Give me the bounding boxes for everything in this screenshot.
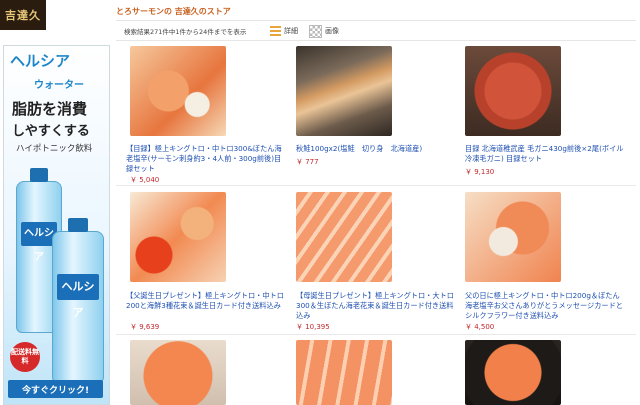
product-image[interactable] (465, 340, 561, 405)
product-name-link[interactable]: 【父誕生日プレゼント】極上キングトロ・中トロ200と海鮮3種花束＆誕生日カード付… (126, 291, 286, 311)
divider (116, 20, 636, 21)
product-price: ￥ 9,130 (465, 168, 495, 176)
bottle-image: ヘルシア (52, 218, 104, 383)
product-price: ￥ 5,040 (130, 176, 160, 184)
product-name-link[interactable]: 【母誕生日プレゼント】極上キングトロ・大トロ300＆生ぼたん海老花束＆誕生日カー… (296, 291, 456, 321)
product-price: ￥ 777 (296, 158, 319, 166)
ad-banner[interactable]: ヘルシア ウォーター 脂肪を消費 しやすくする ハイポトニック飲料 ヘルシア ヘ… (3, 45, 110, 405)
product-image[interactable] (465, 46, 561, 136)
image-view-label: 画像 (325, 27, 339, 35)
grid-icon (309, 24, 322, 38)
product-name-link[interactable]: 【目録】極上キングトロ・中トロ300&ぼたん海老塩辛(サーモン刺身約3・4人前・… (126, 144, 286, 174)
product-image[interactable] (296, 46, 392, 136)
product-price: ￥ 9,639 (130, 323, 160, 331)
ad-brand: ヘルシア (10, 52, 71, 70)
ad-cta-button[interactable]: 今すぐクリック! (8, 380, 103, 398)
ad-description: ハイポトニック飲料 (16, 144, 93, 154)
product-price: ￥ 4,500 (465, 323, 495, 331)
detail-view-button[interactable]: 詳細 (270, 23, 298, 39)
result-count: 検索結果271件中1件から24件までを表示 (124, 28, 247, 36)
image-view-button[interactable]: 画像 (309, 23, 339, 39)
logo-text: 吉達久 (5, 9, 41, 22)
detail-view-label: 詳細 (284, 27, 298, 35)
ad-subtitle: ウォーター (34, 80, 84, 91)
row-divider (116, 334, 636, 335)
product-image[interactable] (130, 340, 226, 405)
store-title[interactable]: とろサーモンの 吉達久のストア (116, 6, 231, 17)
divider (116, 40, 636, 41)
free-shipping-badge: 配送料無料 (10, 342, 40, 372)
product-image[interactable] (130, 192, 226, 282)
product-name-link[interactable]: 秋鮭100gx2(塩鮭 切り身 北海道産) (296, 144, 456, 154)
product-image[interactable] (465, 192, 561, 282)
bottle-cap (30, 168, 48, 182)
product-image[interactable] (296, 340, 392, 405)
store-logo[interactable]: 吉達久 (0, 0, 46, 30)
product-image[interactable] (130, 46, 226, 136)
product-name-link[interactable]: 目録 北海道稚武産 毛ガニ430g前後×2尾(ボイル冷凍毛ガニ) 目録セット (465, 144, 625, 164)
product-name-link[interactable]: 父の日に極上キングトロ・中トロ200g＆ぼたん海老塩辛お父さんありがとうメッセー… (465, 291, 625, 321)
product-image[interactable] (296, 192, 392, 282)
ad-headline-2: しやすくする (12, 124, 90, 139)
row-divider (116, 185, 636, 186)
bottle-cap (68, 218, 88, 232)
product-price: ￥ 10,395 (296, 323, 330, 331)
list-icon (270, 25, 281, 37)
ad-headline: 脂肪を消費 (12, 100, 88, 118)
bottle-label: ヘルシア (57, 274, 99, 319)
